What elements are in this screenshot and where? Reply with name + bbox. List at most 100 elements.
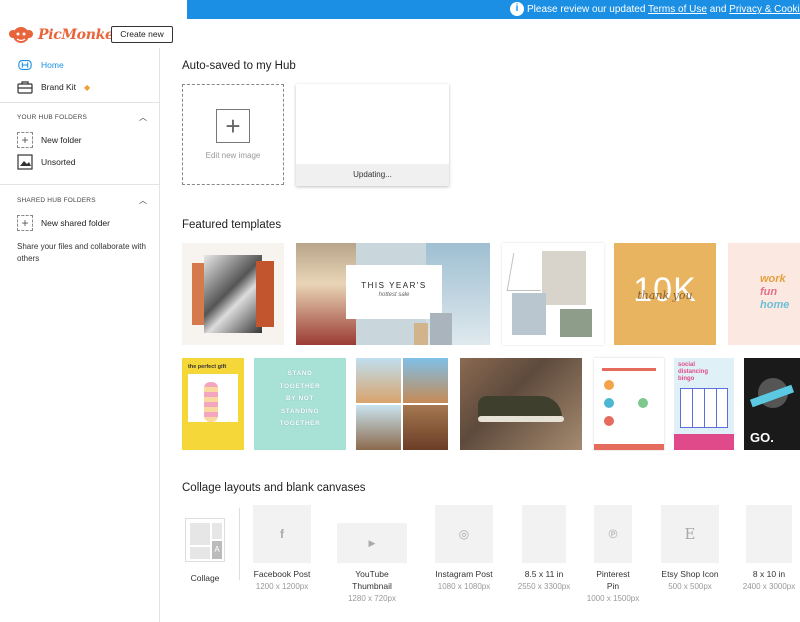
- pinterest-glyph: ℗: [608, 527, 618, 541]
- add-shared-folder-icon: +: [17, 215, 33, 231]
- canvas-name: Etsy Shop Icon: [661, 569, 719, 579]
- terms-link[interactable]: Terms of Use: [648, 4, 707, 15]
- canvas-size: 1280 x 720px: [347, 594, 397, 603]
- monkey-logo-icon: [9, 27, 33, 43]
- canvas-size: 1000 x 1500px: [586, 594, 640, 603]
- template-10k-thank-you[interactable]: 10K thank you: [614, 243, 716, 345]
- template-travel-collage[interactable]: [356, 358, 448, 450]
- canvas-name: YouTube Thumbnail: [352, 569, 392, 591]
- template-work-fun-home[interactable]: work fun home: [728, 243, 800, 345]
- picmonkey-logo[interactable]: PicMonkey: [8, 24, 122, 46]
- youtube-glyph: ▶: [368, 537, 376, 548]
- sidebar-item-new-folder[interactable]: + New folder: [17, 132, 82, 148]
- collapse-chevron-icon[interactable]: ︿: [139, 112, 147, 123]
- divider: [0, 184, 160, 185]
- divider: [239, 508, 240, 580]
- template-sale-banner[interactable]: THIS YEAR'S hottest sale: [296, 243, 490, 345]
- sidebar-item-home[interactable]: Home: [17, 58, 64, 72]
- template-social-distancing-bingo[interactable]: social distancing bingo: [674, 358, 734, 450]
- template-perfect-gift[interactable]: the perfect gift: [182, 358, 244, 450]
- template-fashion-collage[interactable]: [182, 243, 284, 345]
- etsy-glyph: E: [684, 525, 696, 543]
- template-line: bingo: [678, 376, 695, 382]
- template-go[interactable]: GO.: [744, 358, 800, 450]
- youtube-icon: ▶: [337, 523, 407, 563]
- sidebar-item-brand-kit[interactable]: Brand Kit ◆: [17, 80, 90, 94]
- template-word-work: work: [760, 273, 786, 285]
- canvas-etsy-shop-icon[interactable]: E Etsy Shop Icon 500 x 500px: [656, 505, 724, 593]
- template-word-home: home: [760, 299, 790, 311]
- autosaved-item-card[interactable]: Updating...: [296, 84, 449, 186]
- sidebar-item-unsorted[interactable]: Unsorted: [17, 154, 76, 170]
- canvas-size: 500 x 500px: [668, 582, 712, 591]
- canvas-name: 8 x 10 in: [752, 569, 786, 579]
- plus-icon: +: [216, 109, 250, 143]
- main-content: Auto-saved to my Hub + Edit new image Up…: [160, 48, 800, 622]
- share-description: Share your files and collaborate with ot…: [17, 242, 146, 263]
- blank-canvas-thumb: [522, 505, 566, 563]
- canvas-name: 8.5 x 11 in: [524, 569, 564, 579]
- canvas-size: 2400 x 3000px: [742, 582, 796, 591]
- collage-label: Collage: [190, 573, 220, 583]
- canvas-name: Pinterest Pin: [596, 569, 630, 591]
- sidebar-item-label: Brand Kit: [41, 82, 76, 92]
- home-icon: [17, 58, 33, 72]
- template-line: distancing: [678, 369, 709, 375]
- canvas-8x10[interactable]: 8 x 10 in 2400 x 3000px: [738, 505, 800, 593]
- sidebar: Home Brand Kit ◆ YOUR HUB FOLDERS ︿ + Ne…: [0, 48, 160, 622]
- gem-icon: ◆: [83, 82, 91, 92]
- banner-text: Please review our updated: [527, 4, 649, 15]
- briefcase-icon: [17, 80, 33, 94]
- sidebar-item-label: New folder: [41, 135, 82, 145]
- create-new-button[interactable]: Create new: [111, 26, 173, 43]
- privacy-link[interactable]: Privacy & Cookies Policy: [729, 4, 800, 15]
- updating-label: Updating...: [296, 164, 449, 186]
- template-sneaker-ad[interactable]: [460, 358, 582, 450]
- sidebar-item-label: Unsorted: [41, 157, 76, 167]
- collage-layout-icon: A: [185, 518, 225, 562]
- collage-option[interactable]: A Collage: [182, 518, 228, 584]
- edit-new-image-label: Edit new image: [205, 151, 261, 160]
- sidebar-item-new-shared-folder[interactable]: + New shared folder: [17, 215, 110, 231]
- template-line: social: [678, 362, 696, 368]
- canvas-name: Instagram Post: [435, 569, 493, 579]
- edit-new-image-card[interactable]: + Edit new image: [182, 84, 284, 185]
- image-stack-icon: [17, 154, 33, 170]
- logo-text: PicMonkey: [38, 27, 122, 43]
- pinterest-icon: ℗: [594, 505, 632, 563]
- template-word-fun: fun: [760, 286, 778, 298]
- top-bar: i Please review our updated Terms of Use…: [0, 0, 800, 48]
- template-line: TOGETHER: [279, 382, 321, 390]
- policy-banner: i Please review our updated Terms of Use…: [187, 0, 800, 19]
- info-icon: i: [510, 2, 524, 16]
- template-stand-together[interactable]: STAND TOGETHER BY NOT STANDING TOGETHER: [254, 358, 346, 450]
- canvas-instagram-post[interactable]: ◎ Instagram Post 1080 x 1080px: [428, 505, 500, 593]
- template-line: STANDING: [280, 407, 320, 415]
- template-thank-you-text: thank you: [637, 289, 693, 302]
- facebook-glyph: f: [280, 527, 284, 541]
- template-infographic[interactable]: [594, 358, 664, 450]
- canvas-size: 1200 x 1200px: [255, 582, 309, 591]
- banner-text-and: and: [706, 4, 730, 15]
- etsy-icon: E: [661, 505, 719, 563]
- instagram-icon: ◎: [435, 505, 493, 563]
- sidebar-item-label: Home: [41, 60, 64, 70]
- template-botanical-moodboard[interactable]: [502, 243, 604, 345]
- canvas-youtube-thumbnail[interactable]: ▶ YouTube Thumbnail 1280 x 720px: [336, 505, 408, 605]
- template-line: BY NOT: [285, 395, 315, 402]
- facebook-icon: f: [253, 505, 311, 563]
- your-folders-title: YOUR HUB FOLDERS: [17, 114, 88, 121]
- canvas-size: 2550 x 3300px: [517, 582, 571, 591]
- canvas-letter-size[interactable]: 8.5 x 11 in 2550 x 3300px: [514, 505, 574, 593]
- canvas-pinterest-pin[interactable]: ℗ Pinterest Pin 1000 x 1500px: [582, 505, 644, 605]
- blank-canvas-thumb: [746, 505, 792, 563]
- template-line: TOGETHER: [279, 420, 321, 427]
- template-subtitle-text: hottest sale: [378, 292, 410, 298]
- collapse-chevron-icon[interactable]: ︿: [139, 195, 147, 206]
- canvas-size: 1080 x 1080px: [437, 582, 491, 591]
- shared-folders-title: SHARED HUB FOLDERS: [17, 197, 96, 204]
- canvas-name: Facebook Post: [253, 569, 311, 579]
- add-folder-icon: +: [17, 132, 33, 148]
- canvas-facebook-post[interactable]: f Facebook Post 1200 x 1200px: [248, 505, 316, 593]
- autosaved-heading: Auto-saved to my Hub: [182, 60, 296, 72]
